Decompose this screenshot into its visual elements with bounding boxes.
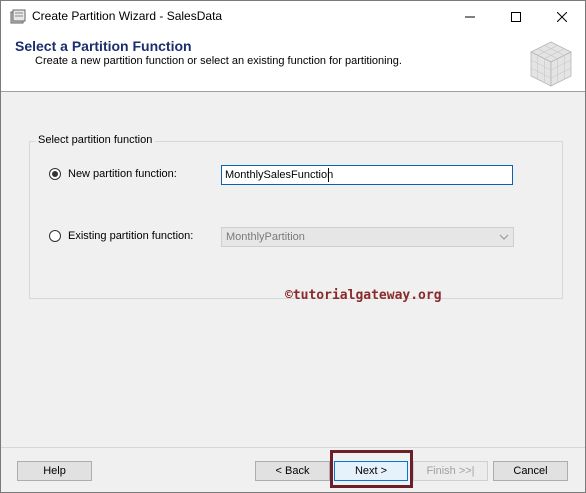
- finish-button[interactable]: Finish >>|: [413, 461, 488, 481]
- text-caret: [328, 168, 329, 182]
- watermark: ©tutorialgateway.org: [285, 288, 442, 303]
- minimize-icon: [465, 16, 475, 17]
- close-button[interactable]: [539, 1, 585, 32]
- existing-partition-select[interactable]: MonthlyPartition: [221, 227, 514, 247]
- chevron-down-icon: [499, 234, 509, 240]
- existing-partition-label[interactable]: Existing partition function:: [68, 230, 193, 242]
- help-button[interactable]: Help: [17, 461, 92, 481]
- maximize-button[interactable]: [493, 1, 539, 32]
- group-label: Select partition function: [35, 134, 156, 146]
- new-partition-label[interactable]: New partition function:: [68, 168, 177, 180]
- wizard-header: Select a Partition Function Create a new…: [1, 32, 585, 92]
- new-partition-radio[interactable]: [49, 168, 61, 180]
- back-button[interactable]: < Back: [255, 461, 330, 481]
- next-button[interactable]: Next >: [334, 461, 408, 481]
- existing-partition-value: MonthlyPartition: [226, 231, 305, 243]
- title-bar[interactable]: Create Partition Wizard - SalesData: [1, 1, 585, 32]
- new-partition-input[interactable]: [221, 165, 513, 185]
- app-icon: [10, 9, 26, 24]
- footer-divider: [1, 447, 585, 448]
- wizard-window: Create Partition Wizard - SalesData Sele…: [0, 0, 586, 493]
- existing-partition-radio[interactable]: [49, 230, 61, 242]
- page-title: Select a Partition Function: [15, 38, 192, 54]
- close-icon: [557, 11, 567, 22]
- cube-grid-icon: [530, 41, 572, 87]
- cancel-button[interactable]: Cancel: [493, 461, 568, 481]
- page-subtitle: Create a new partition function or selec…: [35, 55, 402, 67]
- minimize-button[interactable]: [447, 1, 493, 32]
- window-title: Create Partition Wizard - SalesData: [32, 9, 223, 23]
- maximize-icon: [511, 11, 521, 22]
